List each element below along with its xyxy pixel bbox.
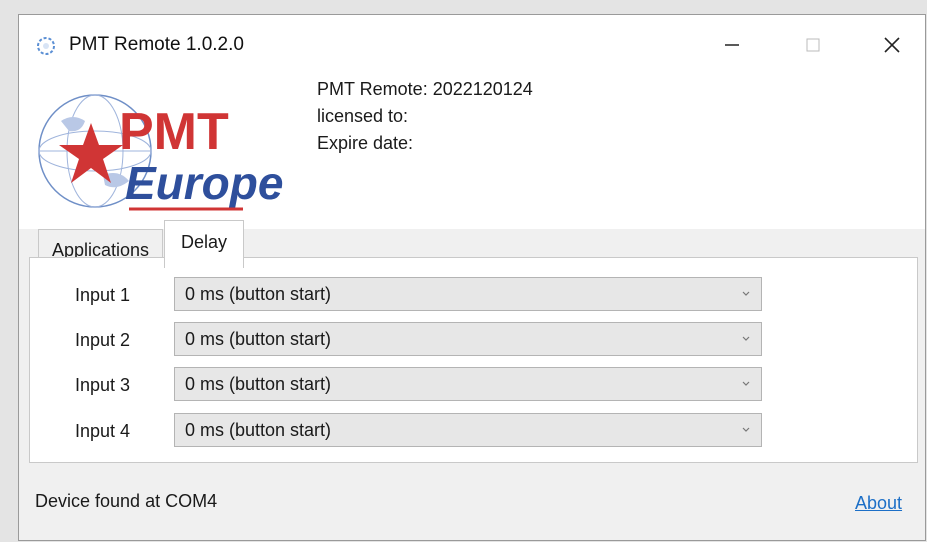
input-4-label: Input 4 <box>75 421 131 441</box>
license-info: PMT Remote: 2022120124 licensed to: Expi… <box>317 76 533 157</box>
minimize-button[interactable] <box>709 29 755 61</box>
title-bar[interactable]: PMT Remote 1.0.2.0 <box>19 15 925 73</box>
logo-text-europe: Europe <box>125 157 283 209</box>
globe-spinner-icon <box>37 37 55 55</box>
device-status-text: Device found at COM4 <box>35 491 218 511</box>
maximize-button[interactable] <box>790 29 836 61</box>
chevron-down-icon <box>742 381 750 386</box>
header-area: PMT Europe PMT Remote: 2022120124 licens… <box>19 73 925 229</box>
close-icon <box>884 37 900 53</box>
minimize-icon <box>725 44 739 46</box>
about-link[interactable]: About <box>855 493 902 514</box>
logo-text-pmt: PMT <box>119 103 229 161</box>
expire-date-text: Expire date: <box>317 133 414 153</box>
input-4-delay-dropdown[interactable]: 0 ms (button start) <box>174 413 762 447</box>
input-3-delay-value: 0 ms (button start) <box>185 374 332 394</box>
input-3-delay-dropdown[interactable]: 0 ms (button start) <box>174 367 762 401</box>
close-button[interactable] <box>869 29 915 61</box>
chevron-down-icon <box>742 427 750 432</box>
input-3-label: Input 3 <box>75 375 131 395</box>
licensed-to-text: licensed to: <box>317 106 409 126</box>
version-text: PMT Remote: 2022120124 <box>317 79 533 99</box>
maximize-icon <box>806 38 820 52</box>
chevron-down-icon <box>742 336 750 341</box>
input-1-delay-dropdown[interactable]: 0 ms (button start) <box>174 277 762 311</box>
input-2-delay-value: 0 ms (button start) <box>185 329 332 349</box>
input-2-delay-dropdown[interactable]: 0 ms (button start) <box>174 322 762 356</box>
input-2-label: Input 2 <box>75 330 131 350</box>
delay-panel: Input 1 0 ms (button start) Input 2 0 ms… <box>29 257 918 463</box>
input-1-delay-value: 0 ms (button start) <box>185 284 332 304</box>
pmt-europe-logo: PMT Europe <box>38 94 283 211</box>
app-window: PMT Remote 1.0.2.0 PMT Europe PMT Remote… <box>18 14 926 541</box>
window-title: PMT Remote 1.0.2.0 <box>69 34 244 55</box>
tab-delay[interactable]: Delay <box>164 220 244 268</box>
chevron-down-icon <box>742 291 750 296</box>
input-1-label: Input 1 <box>75 285 131 305</box>
input-4-delay-value: 0 ms (button start) <box>185 420 332 440</box>
